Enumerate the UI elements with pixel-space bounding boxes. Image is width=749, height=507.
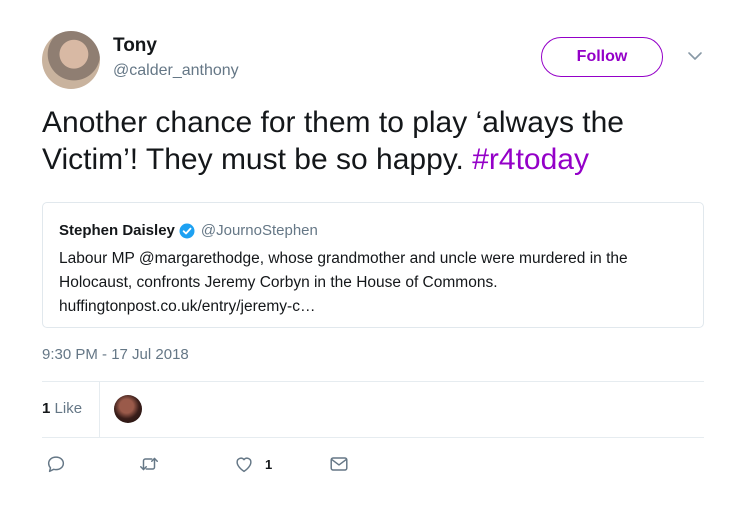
likes-label: Like <box>54 400 83 417</box>
tweet-timestamp[interactable]: 9:30 PM - 17 Jul 2018 <box>42 346 189 363</box>
divider <box>42 381 704 382</box>
quoted-line: Labour MP @margarethodge, whose grandmot… <box>59 250 628 267</box>
quoted-tweet-card[interactable]: Stephen Daisley @JournoStephen Labour MP… <box>42 202 704 328</box>
follow-button[interactable]: Follow <box>541 37 663 77</box>
likes-stat[interactable]: 1 Like <box>42 400 82 417</box>
like-button[interactable]: 1 <box>233 452 272 476</box>
quoted-line: Holocaust, confronts Jeremy Corbyn in th… <box>59 274 498 291</box>
author-avatar[interactable] <box>42 31 100 89</box>
quoted-author-name: Stephen Daisley <box>59 222 175 239</box>
chevron-down-icon[interactable] <box>686 49 704 63</box>
quoted-author-handle: @JournoStephen <box>200 222 318 239</box>
author-name[interactable]: Tony <box>113 35 157 57</box>
quoted-tweet-text: Labour MP @margarethodge, whose grandmot… <box>59 247 691 319</box>
like-count: 1 <box>265 456 273 472</box>
likes-count: 1 <box>42 400 51 417</box>
divider <box>42 437 704 438</box>
reply-icon <box>47 456 65 473</box>
liker-avatar[interactable] <box>114 395 142 423</box>
quoted-link[interactable]: huffingtonpost.co.uk/entry/jeremy-c… <box>59 295 691 319</box>
retweet-icon <box>140 457 158 471</box>
quoted-tweet-header: Stephen Daisley @JournoStephen <box>59 222 318 239</box>
tweet-text: Another chance for them to play ‘always … <box>42 104 722 178</box>
heart-icon <box>236 457 252 473</box>
direct-message-button[interactable] <box>328 452 350 476</box>
divider <box>99 382 100 437</box>
author-handle[interactable]: @calder_anthony <box>113 62 239 80</box>
message-icon <box>330 457 348 471</box>
retweet-button[interactable] <box>138 452 160 476</box>
verified-badge-icon <box>179 223 195 238</box>
hashtag-link[interactable]: #r4today <box>472 143 589 176</box>
reply-button[interactable] <box>45 452 67 476</box>
